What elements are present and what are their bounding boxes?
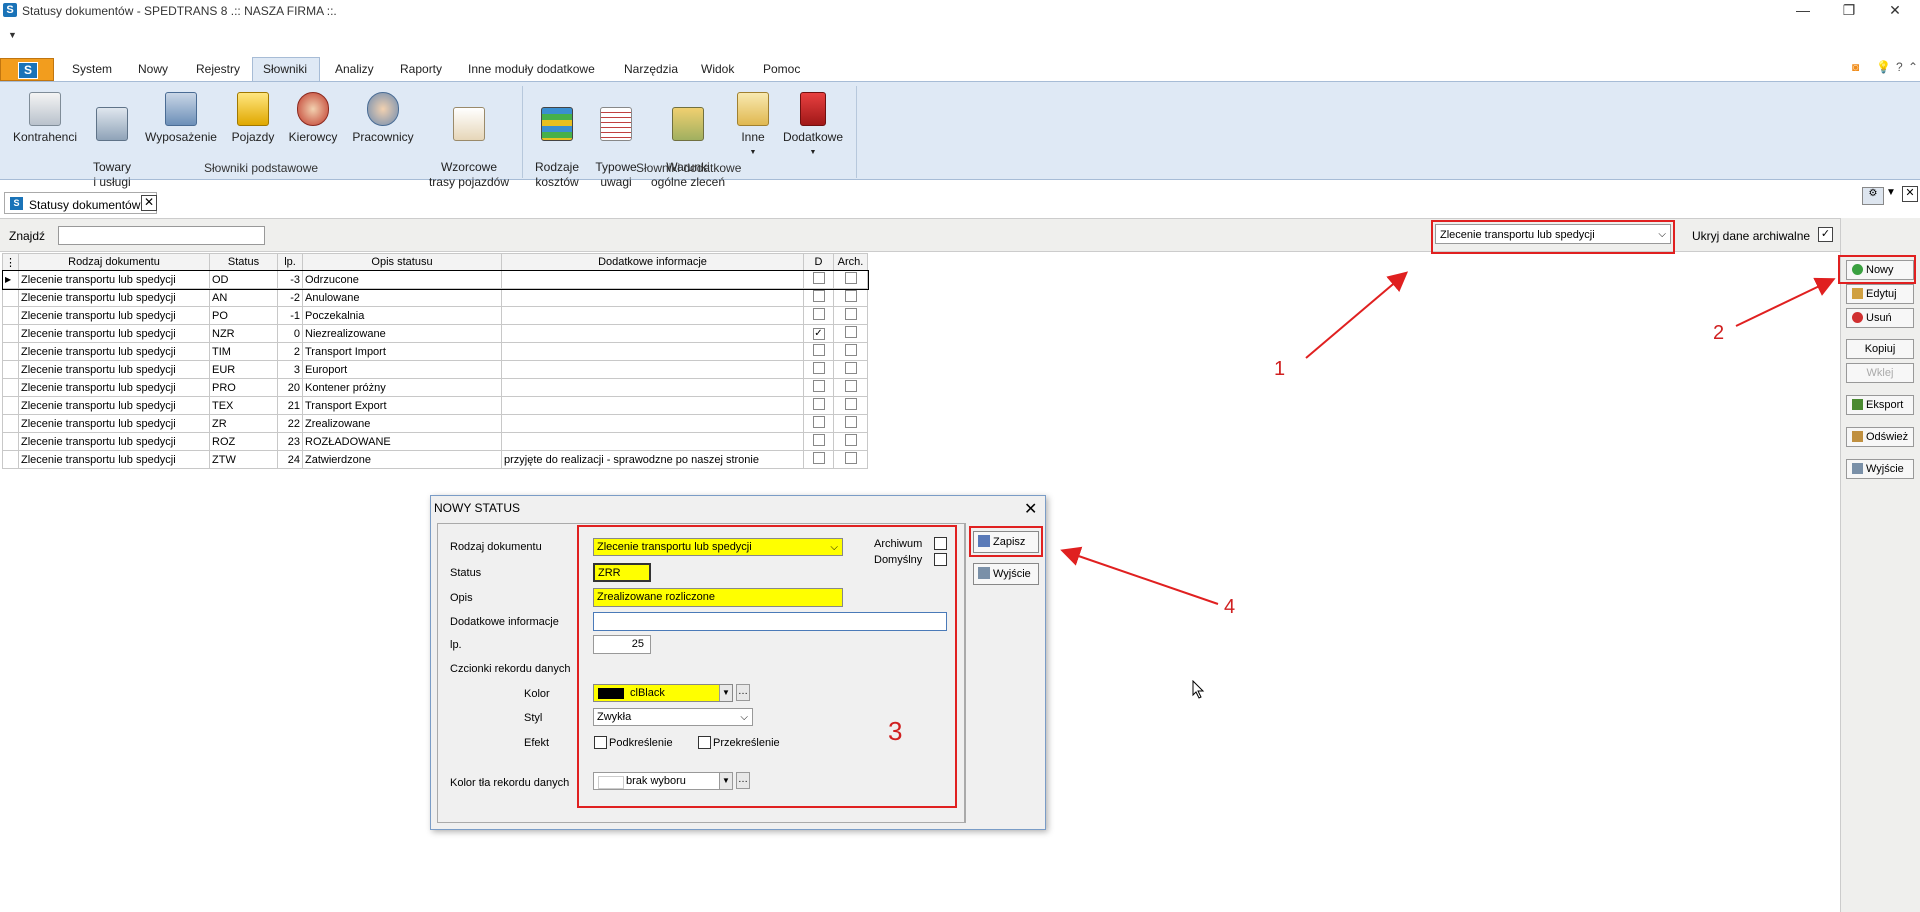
- annotation-number-4: 4: [1224, 596, 1236, 618]
- annotation-arrows: [1060, 271, 1836, 605]
- arrow-1: [1305, 271, 1409, 359]
- annotation-number-3: 3: [888, 716, 903, 746]
- mouse-cursor-icon: [1192, 680, 1205, 699]
- arrow-4: [1060, 546, 1219, 605]
- arrow-2: [1735, 277, 1836, 327]
- annotation-number-2: 2: [1713, 322, 1725, 344]
- annotation-number-1: 1: [1274, 358, 1286, 380]
